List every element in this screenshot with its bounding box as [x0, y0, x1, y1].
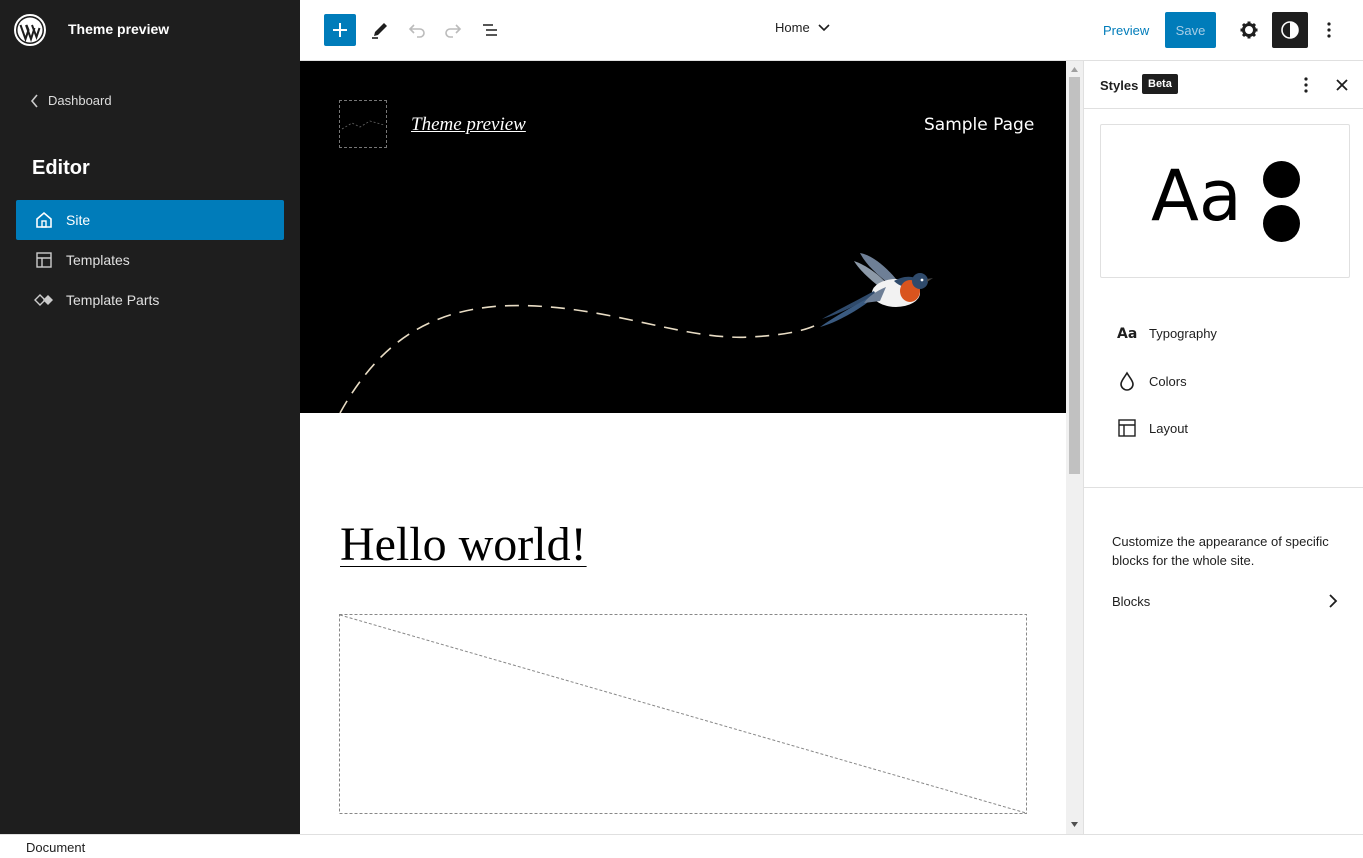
style-preview-typography: Aa	[1151, 155, 1242, 237]
editor-canvas[interactable]: Theme preview Sample Page Hello world!	[300, 61, 1066, 834]
typography-icon: Aa	[1115, 321, 1139, 345]
document-title-dropdown[interactable]: Home	[775, 20, 830, 35]
panel-title: Styles	[1100, 78, 1139, 93]
nav-item-templates[interactable]: Templates	[16, 240, 284, 280]
blocks-label: Blocks	[1112, 593, 1151, 609]
undo-icon	[408, 24, 425, 38]
symbol-icon	[34, 294, 53, 306]
style-preview-card[interactable]: Aa	[1100, 124, 1350, 278]
redo-icon	[445, 24, 462, 38]
bird-icon	[820, 253, 933, 327]
layout-icon	[36, 252, 52, 268]
editor-nav: Site Templates Template Parts	[16, 200, 284, 320]
redo-button[interactable]	[437, 12, 469, 48]
preview-button[interactable]: Preview	[1103, 23, 1149, 38]
close-icon[interactable]	[1330, 73, 1354, 97]
layout-icon	[1115, 416, 1139, 440]
flight-path-illustration	[339, 304, 821, 413]
contrast-icon	[1281, 21, 1299, 39]
canvas-scrollbar[interactable]	[1066, 61, 1083, 834]
undo-button[interactable]	[401, 12, 433, 48]
nav-item-label: Site	[66, 212, 91, 228]
style-preview-color-dot	[1263, 161, 1300, 198]
plus-icon	[333, 23, 347, 37]
more-vertical-icon	[1327, 22, 1331, 38]
styles-panel: Styles Beta Aa Aa Typography Colors Layo…	[1083, 61, 1363, 834]
pencil-icon	[372, 23, 387, 39]
editor-heading: Editor	[32, 157, 90, 179]
site-editor: Theme preview Dashboard Editor Site Temp…	[0, 0, 1363, 858]
dashboard-back-link[interactable]: Dashboard	[30, 93, 112, 108]
droplet-icon	[1115, 369, 1139, 393]
list-view-icon	[483, 24, 497, 36]
svg-text:Aa: Aa	[1117, 326, 1137, 341]
blocks-navigation-button[interactable]: Blocks	[1112, 589, 1338, 613]
gear-icon	[1240, 21, 1258, 39]
scroll-down-arrow-icon[interactable]	[1070, 820, 1079, 829]
styles-button[interactable]	[1272, 12, 1308, 48]
scrollbar-thumb[interactable]	[1069, 77, 1080, 474]
more-vertical-icon[interactable]	[1294, 73, 1318, 97]
wordpress-logo-icon[interactable]	[14, 14, 46, 46]
panel-divider	[1084, 487, 1363, 488]
site-title: Theme preview	[68, 21, 170, 37]
nav-item-label: Template Parts	[66, 292, 160, 308]
chevron-right-icon	[1329, 594, 1338, 608]
styles-menu-layout[interactable]: Layout	[1100, 408, 1348, 448]
nav-item-site[interactable]: Site	[16, 200, 284, 240]
styles-menu-colors[interactable]: Colors	[1100, 361, 1348, 401]
post-title[interactable]: Hello world!	[340, 517, 587, 572]
menu-item-label: Layout	[1149, 420, 1189, 436]
block-inserter-button[interactable]	[324, 14, 356, 46]
options-button[interactable]	[1313, 12, 1345, 48]
breadcrumb-document[interactable]: Document	[26, 840, 85, 855]
blocks-help-text: Customize the appearance of specific blo…	[1112, 534, 1329, 568]
document-title: Home	[775, 20, 810, 35]
tools-button[interactable]	[364, 12, 396, 48]
editor-sidebar: Theme preview Dashboard Editor Site Temp…	[0, 0, 300, 834]
beta-badge: Beta	[1142, 74, 1178, 94]
scroll-up-arrow-icon[interactable]	[1070, 65, 1079, 74]
chevron-left-icon	[30, 93, 38, 108]
settings-button[interactable]	[1233, 12, 1265, 48]
dashboard-label: Dashboard	[48, 93, 112, 108]
nav-item-label: Templates	[66, 252, 130, 268]
featured-image-placeholder[interactable]	[339, 614, 1027, 814]
chevron-down-icon	[818, 23, 830, 31]
home-icon	[36, 211, 52, 228]
styles-menu-typography[interactable]: Aa Typography	[1100, 313, 1348, 353]
menu-item-label: Colors	[1149, 373, 1187, 389]
save-button[interactable]: Save	[1165, 12, 1216, 48]
menu-item-label: Typography	[1149, 325, 1217, 341]
block-breadcrumb-footer: Document	[0, 834, 1363, 858]
site-header: Theme preview Sample Page	[300, 61, 1066, 413]
styles-panel-header: Styles Beta	[1084, 61, 1363, 109]
editor-toolbar: Home Preview Save	[300, 0, 1363, 61]
style-preview-color-dot	[1263, 205, 1300, 242]
list-view-button[interactable]	[474, 12, 506, 48]
nav-item-template-parts[interactable]: Template Parts	[16, 280, 284, 320]
